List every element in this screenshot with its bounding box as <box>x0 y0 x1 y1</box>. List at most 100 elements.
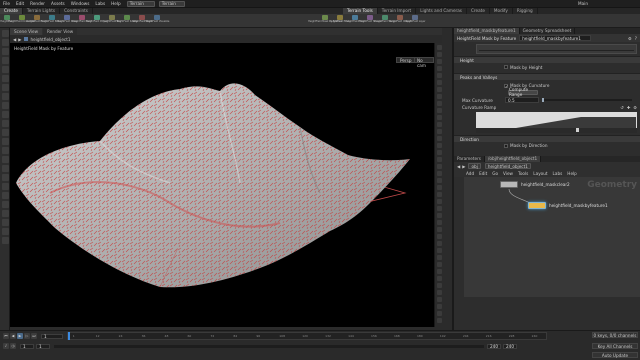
collision-icon[interactable] <box>436 290 442 295</box>
net-menu-tools[interactable]: Tools <box>518 171 528 176</box>
scene-dropdown[interactable]: Terrain <box>158 0 185 7</box>
step-forward-button[interactable]: ▷ <box>24 333 30 339</box>
prim-numbers-icon[interactable] <box>436 115 442 120</box>
menu-file[interactable]: File <box>3 1 10 6</box>
shelf-right-tool-6[interactable]: HeightField Layer <box>405 14 425 27</box>
mask-by-curvature-checkbox[interactable]: ✓ <box>504 83 508 88</box>
point-numbers-icon[interactable] <box>436 122 442 127</box>
play-button[interactable]: ▶ <box>17 333 23 339</box>
net-menu-go[interactable]: Go <box>492 171 498 176</box>
points-icon[interactable] <box>436 59 442 64</box>
net-menu-view[interactable]: View <box>503 171 513 176</box>
step-back-button[interactable]: ◀ <box>10 333 16 339</box>
background-icon[interactable] <box>436 150 442 155</box>
menu-help[interactable]: Help <box>111 1 121 6</box>
timeline-playhead[interactable] <box>68 332 70 340</box>
group-icon[interactable] <box>1 174 9 181</box>
hud-icon[interactable] <box>436 143 442 148</box>
particles-icon[interactable] <box>436 192 442 197</box>
wireframe-icon[interactable] <box>436 45 442 50</box>
node-maskbyfeature[interactable]: heightfield_maskbyfeature1 <box>528 202 608 209</box>
persp-dropdown[interactable]: Persp <box>396 57 416 63</box>
lights-icon[interactable] <box>436 178 442 183</box>
peaks-valleys-section[interactable]: Peaks and Valleys <box>454 73 640 80</box>
backface-icon[interactable] <box>436 73 442 78</box>
viewport-config-icon[interactable] <box>436 297 442 302</box>
ramp-settings-icon[interactable]: ⚙ <box>633 105 637 110</box>
brush-icon[interactable] <box>1 84 9 91</box>
tab-scene-view[interactable]: Scene View <box>10 28 43 35</box>
tab-geometry-spreadsheet[interactable]: Geometry Spreadsheet <box>520 28 576 34</box>
ramp-add-icon[interactable]: ✚ <box>627 105 631 110</box>
menu-assets[interactable]: Assets <box>51 1 65 6</box>
net-forward-icon[interactable]: ▶ <box>462 164 465 169</box>
realtime-icon[interactable]: ◷ <box>10 343 16 349</box>
curvature-ramp-editor[interactable] <box>476 112 637 128</box>
forward-icon[interactable]: ▶ <box>18 37 21 42</box>
color-icon[interactable] <box>436 255 442 260</box>
stereo-icon[interactable] <box>436 220 442 225</box>
lighting-icon[interactable] <box>436 80 442 85</box>
selection-icon[interactable] <box>436 276 442 281</box>
select-icon[interactable] <box>1 30 9 37</box>
start-frame-field-2[interactable]: 1 <box>36 343 50 349</box>
flipbook-icon[interactable] <box>1 138 9 145</box>
net-menu-layout[interactable]: Layout <box>533 171 547 176</box>
tab-network-path[interactable]: /obj/heightfield_object1 <box>484 156 542 162</box>
rotate-icon[interactable] <box>1 48 9 55</box>
tab-render-view[interactable]: Render View <box>43 28 78 35</box>
path-obj-button[interactable]: obj <box>468 163 481 169</box>
max-curvature-slider[interactable] <box>542 98 632 102</box>
paint-icon[interactable] <box>1 192 9 199</box>
audio-icon[interactable]: ♪ <box>3 343 9 349</box>
grid-icon[interactable] <box>1 147 9 154</box>
end-frame-field-2[interactable]: 240 <box>503 343 517 349</box>
height-section[interactable]: Height <box>454 56 640 63</box>
menu-edit[interactable]: Edit <box>16 1 24 6</box>
scene-viewport[interactable]: Persp No cam HeightField Mask by Feature <box>10 43 434 327</box>
view-icon[interactable] <box>1 93 9 100</box>
gear-icon[interactable]: ⚙ <box>628 36 632 41</box>
shaded-icon[interactable] <box>436 52 442 57</box>
measure-icon[interactable] <box>1 156 9 163</box>
layout-icon[interactable] <box>436 311 442 316</box>
net-menu-help[interactable]: Help <box>567 171 577 176</box>
move-icon[interactable] <box>1 39 9 46</box>
visibility-icon[interactable] <box>436 136 442 141</box>
erase-icon[interactable] <box>1 201 9 208</box>
guides-icon[interactable] <box>436 164 442 169</box>
desktop-dropdown[interactable]: Terrain <box>126 0 155 7</box>
dock-icon[interactable] <box>436 318 442 323</box>
net-menu-add[interactable]: Add <box>466 171 474 176</box>
cameras-icon[interactable] <box>436 171 442 176</box>
ghost-icon[interactable] <box>1 165 9 172</box>
align-icon[interactable] <box>1 219 9 226</box>
normals-icon[interactable] <box>436 66 442 71</box>
bounding-icon[interactable] <box>436 129 442 134</box>
quality-icon[interactable] <box>436 234 442 239</box>
mask-by-direction-checkbox[interactable] <box>504 143 508 148</box>
back-icon[interactable]: ◀ <box>13 37 16 42</box>
display-icon[interactable] <box>436 94 442 99</box>
render-icon[interactable] <box>1 129 9 136</box>
snapshot-icon[interactable] <box>436 206 442 211</box>
isolate-icon[interactable] <box>436 199 442 204</box>
end-frame-field[interactable]: 240 <box>487 343 501 349</box>
menu-labs[interactable]: Labs <box>95 1 105 6</box>
range-slider[interactable] <box>54 344 484 348</box>
handles-icon[interactable] <box>436 185 442 190</box>
network-editor[interactable]: Geometry heightfield_maskclear2 heightfi… <box>464 177 640 297</box>
uv-icon[interactable] <box>436 262 442 267</box>
key-all-button[interactable]: Key All Channels <box>592 343 638 349</box>
current-frame-field[interactable]: 1 <box>41 333 63 339</box>
net-menu-edit[interactable]: Edit <box>479 171 487 176</box>
layer-icon[interactable] <box>1 237 9 244</box>
max-curvature-field[interactable]: 0.5 <box>505 97 539 103</box>
pose-icon[interactable] <box>1 75 9 82</box>
shelf-tool-10[interactable]: HeightField Visualize <box>145 14 169 27</box>
ramp-reset-icon[interactable]: ↺ <box>620 105 624 110</box>
focus-icon[interactable] <box>436 283 442 288</box>
menu-render[interactable]: Render <box>30 1 45 6</box>
info-icon[interactable] <box>436 304 442 309</box>
camera-icon[interactable] <box>1 111 9 118</box>
